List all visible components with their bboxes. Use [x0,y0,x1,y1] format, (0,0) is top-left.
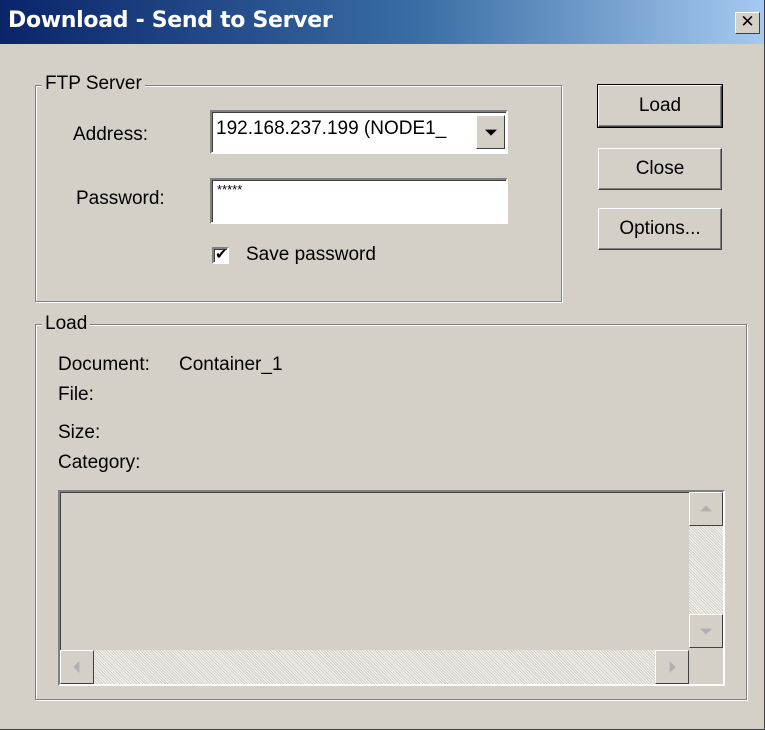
window-title: Download - Send to Server [8,8,333,33]
ftp-server-group-title: FTP Server [42,73,145,95]
address-combobox[interactable]: 192.168.237.199 (NODE1_ [210,110,508,154]
checkmark-icon: ✔ [215,245,228,263]
output-area[interactable] [58,490,725,686]
close-icon[interactable]: ✕ [735,12,760,34]
title-bar[interactable]: Download - Send to Server ✕ [0,0,764,44]
size-label: Size: [58,422,101,443]
vertical-scrollbar[interactable] [689,492,723,648]
load-group-title: Load [42,313,91,335]
arrow-right-icon [669,661,676,673]
download-dialog: Download - Send to Server ✕ FTP Server A… [0,0,765,730]
arrow-up-icon [700,505,712,512]
address-label: Address: [73,124,148,145]
arrow-down-icon [700,628,712,635]
category-label: Category: [58,452,141,473]
scroll-corner [689,650,723,684]
scroll-down-button[interactable] [689,614,723,648]
scroll-right-button[interactable] [655,650,689,684]
options-button[interactable]: Options... [598,208,722,250]
load-button[interactable]: Load [597,84,723,128]
password-label: Password: [76,188,165,209]
document-value: Container_1 [179,354,283,375]
save-password-checkbox[interactable]: ✔ [212,245,229,264]
save-password-label[interactable]: Save password [246,244,376,266]
chevron-down-icon [484,129,497,136]
password-field[interactable]: ***** [210,178,508,224]
arrow-left-icon [73,661,80,673]
horizontal-scrollbar[interactable] [60,650,689,684]
close-button[interactable]: Close [598,148,722,190]
scroll-up-button[interactable] [689,492,723,526]
address-value: 192.168.237.199 (NODE1_ [216,118,447,139]
file-label: File: [58,384,94,405]
password-value: ***** [217,182,243,197]
address-dropdown-button[interactable] [476,115,505,149]
scroll-left-button[interactable] [60,650,94,684]
document-label: Document: [58,354,150,375]
